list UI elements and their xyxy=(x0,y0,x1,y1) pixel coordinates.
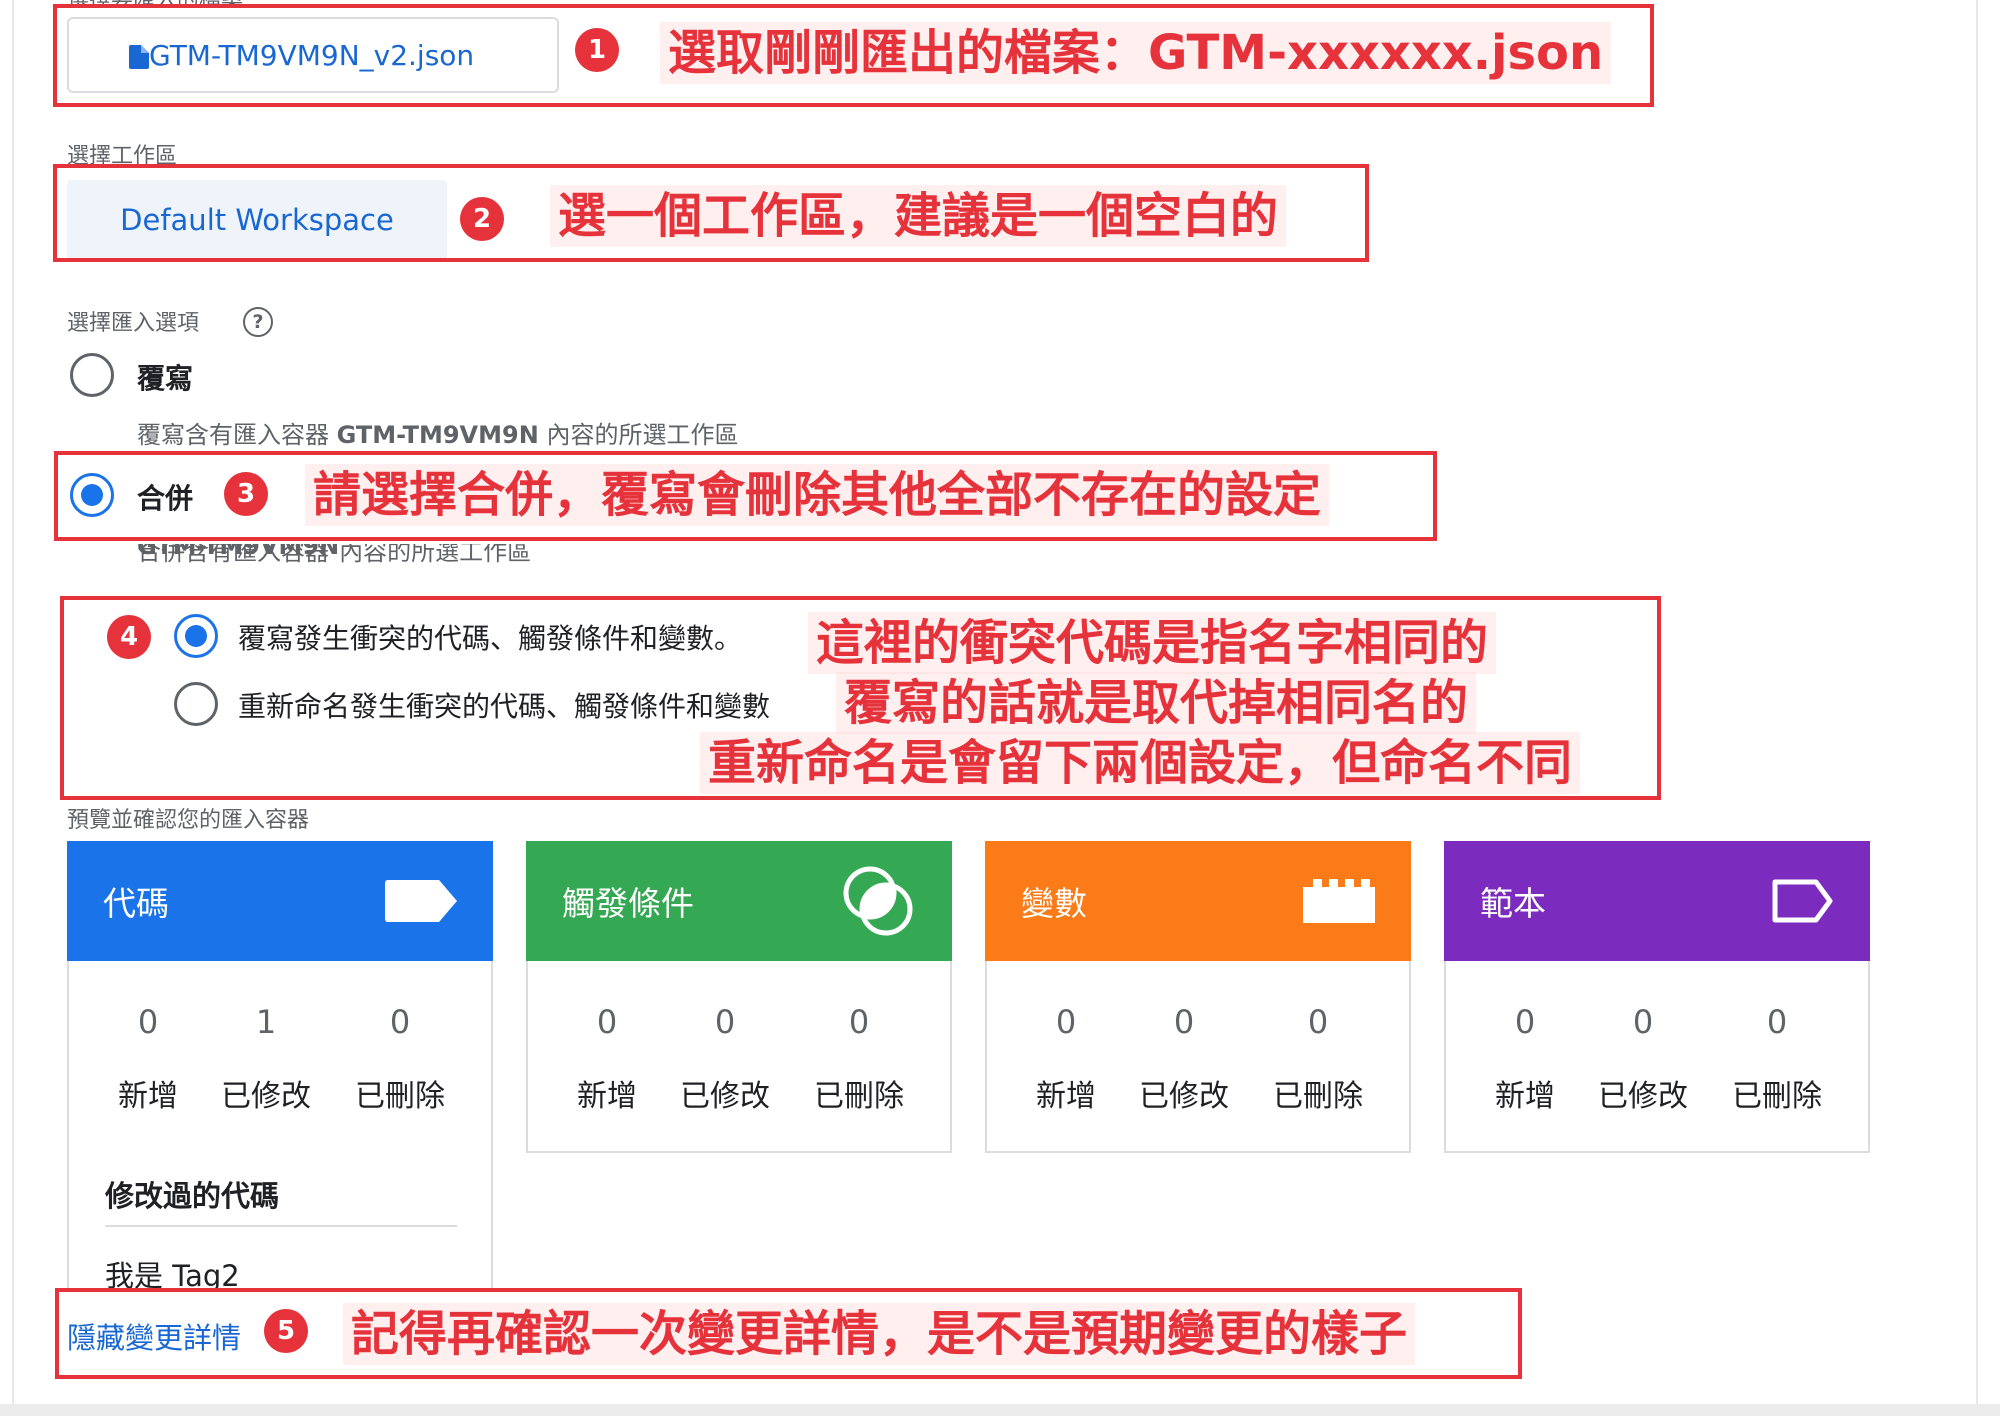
annotation-text-3: 請選擇合併，覆寫會刪除其他全部不存在的設定 xyxy=(305,464,1330,526)
stat-added: 0 新增 xyxy=(1036,1003,1096,1114)
card-header: 觸發條件 xyxy=(526,841,952,961)
card-title: 觸發條件 xyxy=(562,884,694,923)
annotation-badge-5: 5 xyxy=(264,1309,308,1353)
annotation-text-2: 選一個工作區，建議是一個空白的 xyxy=(550,185,1287,247)
card-title: 範本 xyxy=(1480,884,1546,923)
annotation-text-4-line-3: 重新命名是會留下兩個設定，但命名不同 xyxy=(700,732,1581,794)
stat-deleted: 0 已刪除 xyxy=(1273,1003,1363,1114)
card-body: 0 新增 0 已修改 0 已刪除 xyxy=(1444,961,1870,1153)
tag-icon xyxy=(385,880,457,922)
card-title: 代碼 xyxy=(103,884,169,923)
overwrite-radio[interactable] xyxy=(70,353,114,397)
preview-card-tags: 代碼 0 新增 1 已修改 0 已刪除 修改過的代碼 我是 Tag2 xyxy=(67,841,493,1293)
card-header: 範本 xyxy=(1444,841,1870,961)
right-page-border xyxy=(1976,0,1978,1416)
stat-added: 0 新增 xyxy=(1495,1003,1555,1114)
variable-block-icon xyxy=(1303,879,1375,923)
card-title: 變數 xyxy=(1021,884,1087,923)
annotation-text-4-line-2: 覆寫的話就是取代掉相同名的 xyxy=(836,672,1477,734)
import-option-label: 選擇匯入選項 xyxy=(67,311,200,336)
stat-modified: 0 已修改 xyxy=(1598,1003,1688,1114)
bottom-scroll-area xyxy=(0,1404,2000,1416)
card-body: 0 新增 0 已修改 0 已刪除 xyxy=(985,961,1411,1153)
annotation-badge-1: 1 xyxy=(575,28,619,72)
stat-added: 0 新增 xyxy=(118,1003,178,1114)
divider xyxy=(105,1225,457,1227)
preview-label: 預覽並確認您的匯入容器 xyxy=(67,808,310,833)
stat-deleted: 0 已刪除 xyxy=(1732,1003,1822,1114)
overwrite-label: 覆寫 xyxy=(137,362,194,395)
template-tag-icon xyxy=(1772,879,1833,923)
merge-description: 合併含有匯入容器 GTM-TM9VM9N 內容的所選工作區 xyxy=(137,544,532,564)
overwrite-description: 覆寫含有匯入容器 GTM-TM9VM9N 內容的所選工作區 xyxy=(137,421,739,449)
annotation-text-4-line-1: 這裡的衝突代碼是指名字相同的 xyxy=(808,612,1497,674)
help-circle-icon[interactable]: ? xyxy=(243,307,273,337)
annotation-text-5: 記得再確認一次變更詳情，是不是預期變更的樣子 xyxy=(343,1303,1416,1365)
stat-modified: 0 已修改 xyxy=(1139,1003,1229,1114)
preview-card-variables: 變數 0 新增 0 已修改 0 已刪除 xyxy=(985,841,1411,1153)
stat-modified: 0 已修改 xyxy=(680,1003,770,1114)
card-header: 變數 xyxy=(985,841,1411,961)
card-body: 0 新增 1 已修改 0 已刪除 修改過的代碼 我是 Tag2 xyxy=(67,961,493,1293)
stat-modified: 1 已修改 xyxy=(221,1003,311,1114)
card-body: 0 新增 0 已修改 0 已刪除 xyxy=(526,961,952,1153)
preview-card-triggers: 觸發條件 0 新增 0 已修改 0 已刪除 xyxy=(526,841,952,1153)
card-header: 代碼 xyxy=(67,841,493,961)
stat-deleted: 0 已刪除 xyxy=(355,1003,445,1114)
annotation-badge-3: 3 xyxy=(224,472,268,516)
trigger-icon xyxy=(843,866,913,936)
stat-deleted: 0 已刪除 xyxy=(814,1003,904,1114)
stat-added: 0 新增 xyxy=(577,1003,637,1114)
modified-tags-title: 修改過的代碼 xyxy=(105,1179,280,1213)
annotation-text-1: 選取剛剛匯出的檔案：GTM-xxxxxx.json xyxy=(660,22,1612,84)
annotation-badge-2: 2 xyxy=(460,197,504,241)
annotation-badge-4: 4 xyxy=(107,615,151,659)
preview-card-templates: 範本 0 新增 0 已修改 0 已刪除 xyxy=(1444,841,1870,1153)
left-page-border xyxy=(12,0,14,1416)
